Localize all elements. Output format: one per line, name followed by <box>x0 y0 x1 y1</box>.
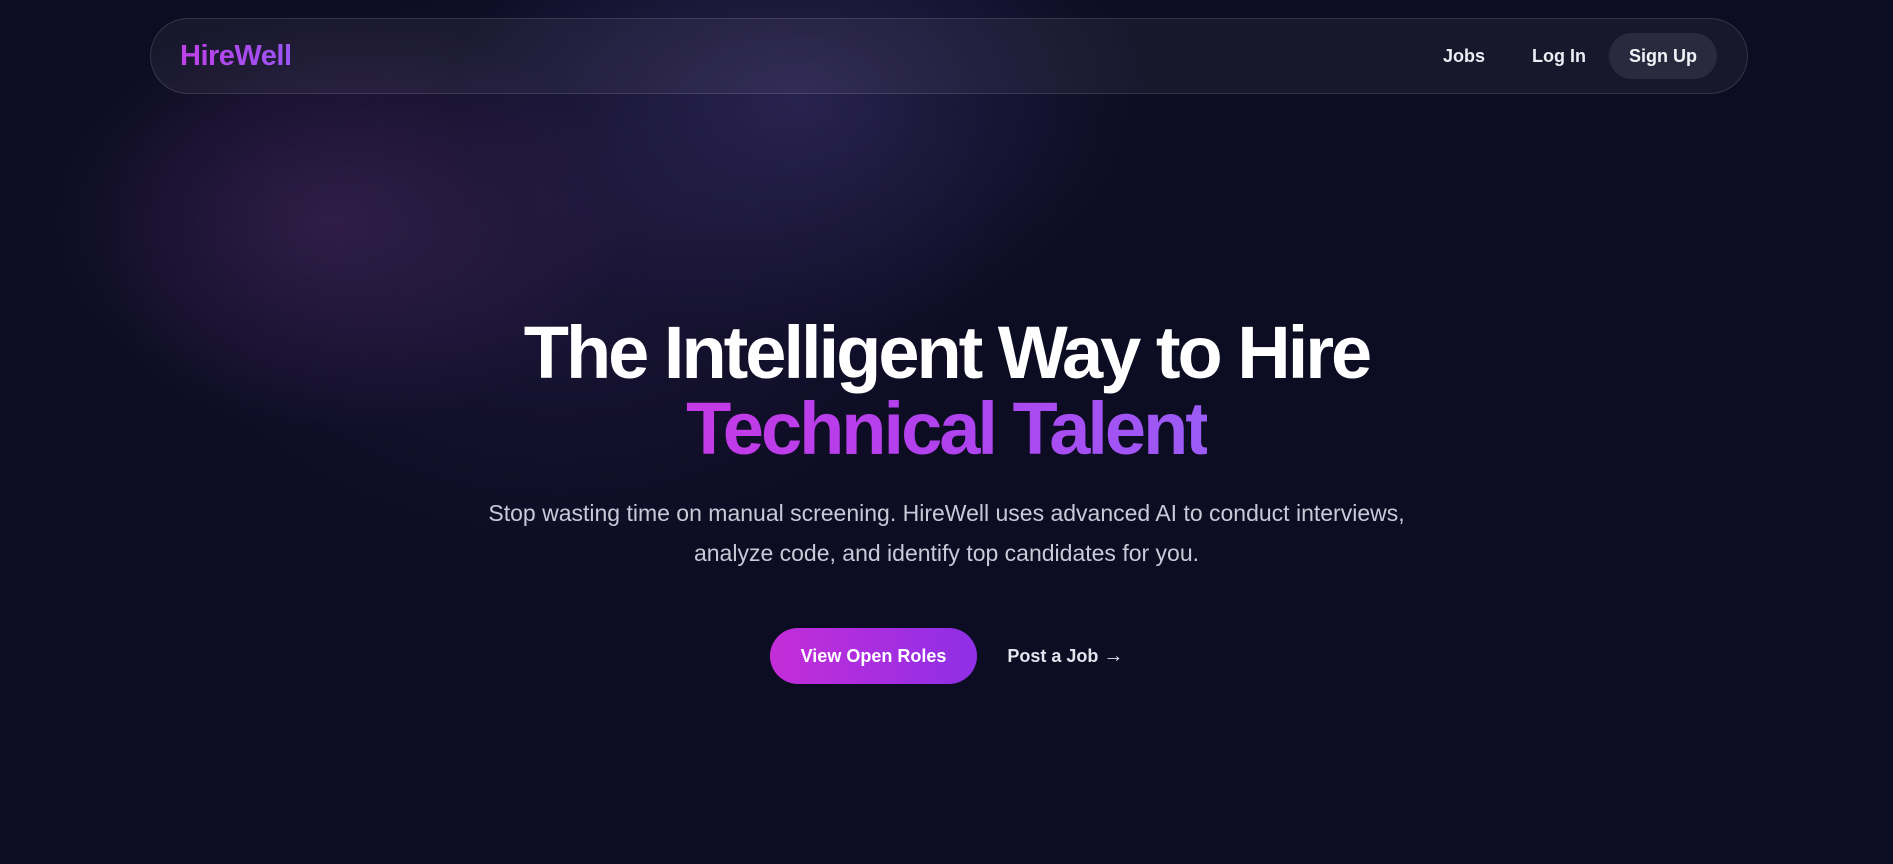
hero-subtitle: Stop wasting time on manual screening. H… <box>488 500 1405 566</box>
hero-title-line1: The Intelligent Way to Hire <box>523 311 1372 394</box>
nav-links: Jobs Log In Sign Up <box>1443 33 1717 79</box>
top-navbar: HireWell Jobs Log In Sign Up <box>150 18 1748 94</box>
post-a-job-label: Post a Job <box>1007 645 1099 666</box>
hero-section: The Intelligent Way to Hire Technical Ta… <box>0 315 1893 684</box>
nav-link-login[interactable]: Log In <box>1532 46 1586 67</box>
arrow-right-icon: → <box>1103 644 1124 667</box>
signup-button[interactable]: Sign Up <box>1609 33 1717 79</box>
brand-logo[interactable]: HireWell <box>180 40 292 73</box>
nav-link-jobs[interactable]: Jobs <box>1443 46 1485 67</box>
cta-row: View Open Roles Post a Job → <box>0 628 1893 684</box>
view-open-roles-button[interactable]: View Open Roles <box>769 628 978 684</box>
hero-title-line2: Technical Talent <box>686 387 1210 470</box>
landing-page: HireWell Jobs Log In Sign Up The Intelli… <box>0 0 1893 864</box>
hero-title: The Intelligent Way to Hire Technical Ta… <box>0 315 1893 467</box>
post-a-job-link[interactable]: Post a Job → <box>1007 645 1123 668</box>
